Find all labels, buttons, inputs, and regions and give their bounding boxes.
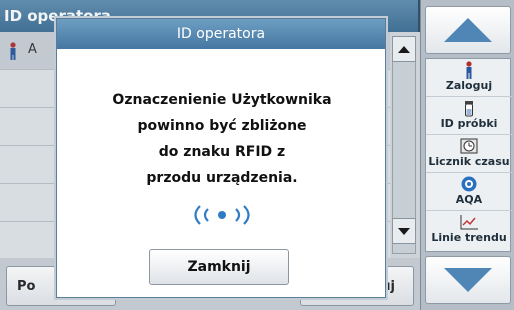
side-menu: Zaloguj ID próbki Licznik czasu AQA Lini… xyxy=(425,58,512,252)
sample-vial-icon xyxy=(465,101,473,117)
arrow-down-icon xyxy=(444,268,492,292)
sidebar-item-label: ID próbki xyxy=(440,117,498,130)
page-up-button[interactable] xyxy=(425,6,511,54)
dialog-message-line: przodu urządzenia. xyxy=(146,170,298,186)
trend-chart-icon xyxy=(460,215,478,230)
dialog-message-line: do znaku RFID z xyxy=(158,144,286,160)
aqa-icon xyxy=(461,176,477,192)
arrow-up-icon xyxy=(444,18,492,42)
dialog-title: ID operatora xyxy=(57,19,385,49)
timer-icon xyxy=(460,138,478,154)
sidebar-item-linie-trendu[interactable]: Linie trendu xyxy=(426,211,512,249)
sidebar-item-label: Linie trendu xyxy=(431,231,507,244)
sidebar-item-label: AQA xyxy=(455,193,483,206)
sidebar-item-label: Zaloguj xyxy=(445,79,493,92)
dialog-message: Oznaczenienie Użytkownika powinno być zb… xyxy=(57,87,387,191)
dialog-message-line: Oznaczenienie Użytkownika xyxy=(112,92,332,108)
rfid-icon xyxy=(194,205,250,225)
person-icon xyxy=(466,61,472,79)
sidebar-item-aqa[interactable]: AQA xyxy=(426,173,512,211)
dialog-message-line: powinno być zbliżone xyxy=(137,118,307,134)
side-toolbar: Zaloguj ID próbki Licznik czasu AQA Lini… xyxy=(420,0,514,310)
operator-id-dialog: ID operatora Oznaczenienie Użytkownika p… xyxy=(56,18,386,298)
sidebar-item-licznik-czasu[interactable]: Licznik czasu xyxy=(426,135,512,173)
sidebar-item-label: Licznik czasu xyxy=(428,155,510,168)
sidebar-item-zaloguj[interactable]: Zaloguj xyxy=(426,59,512,97)
page-down-button[interactable] xyxy=(425,256,511,304)
sidebar-item-id-probki[interactable]: ID próbki xyxy=(426,97,512,135)
close-button[interactable]: Zamknij xyxy=(149,249,289,285)
